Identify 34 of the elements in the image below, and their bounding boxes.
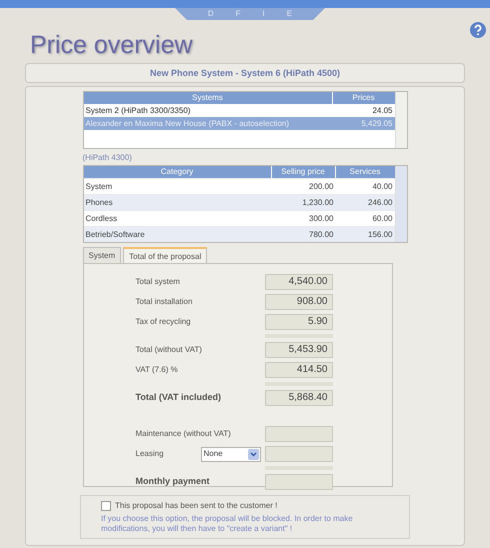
total-label: Total (VAT included) [136,391,221,404]
value-field[interactable]: 5.90 [264,314,332,330]
total-label: Total system [136,276,180,288]
value-field[interactable]: 4,540.00 [264,274,332,290]
page-title: Price overview [30,30,194,60]
checkbox-label: This proposal has been sent to the customer ! [115,500,278,512]
leasing-select[interactable]: None [200,446,260,462]
system-row[interactable]: System 2 (HiPath 3300/3350) 24.05 [84,104,394,117]
category-row[interactable]: Phones 1,230.00 246.00 [84,194,394,210]
value-field[interactable] [264,474,332,490]
sent-checkbox[interactable] [101,501,111,511]
system-header: New Phone System - System 6 (HiPath 4500) [25,63,465,83]
value-field[interactable]: 5,868.40 [264,390,332,406]
total-label: Total (without VAT) [136,344,202,356]
notice-text: If you choose this option, the proposal will be blocked. In order to make modifications, you will then have to "create a variant" ! [101,514,354,534]
payment-label: Leasing [136,448,164,460]
value-field[interactable]: 5,453.90 [264,342,332,358]
tab[interactable]: Total of the proposal [123,247,208,263]
total-label: VAT (7.6) % [136,364,178,376]
scrollbar[interactable] [394,92,406,148]
category-row[interactable]: Betrieb/Software 780.00 156.00 [84,226,394,242]
scrollbar[interactable] [394,166,406,242]
help-icon[interactable] [470,22,486,38]
value-field[interactable]: 414.50 [264,362,332,378]
chevron-down-icon [248,448,258,460]
total-label: Total installation [136,296,192,308]
payment-label: Monthly payment [136,475,210,488]
total-label: Tax of recycling [136,316,191,328]
payment-label: Maintenance (without VAT) [136,428,231,440]
value-field[interactable]: 908.00 [264,294,332,310]
tab[interactable]: System [82,247,122,263]
subtitle: (HiPath 4300) [82,152,133,164]
value-field[interactable] [264,426,332,442]
value-field[interactable] [264,446,332,462]
